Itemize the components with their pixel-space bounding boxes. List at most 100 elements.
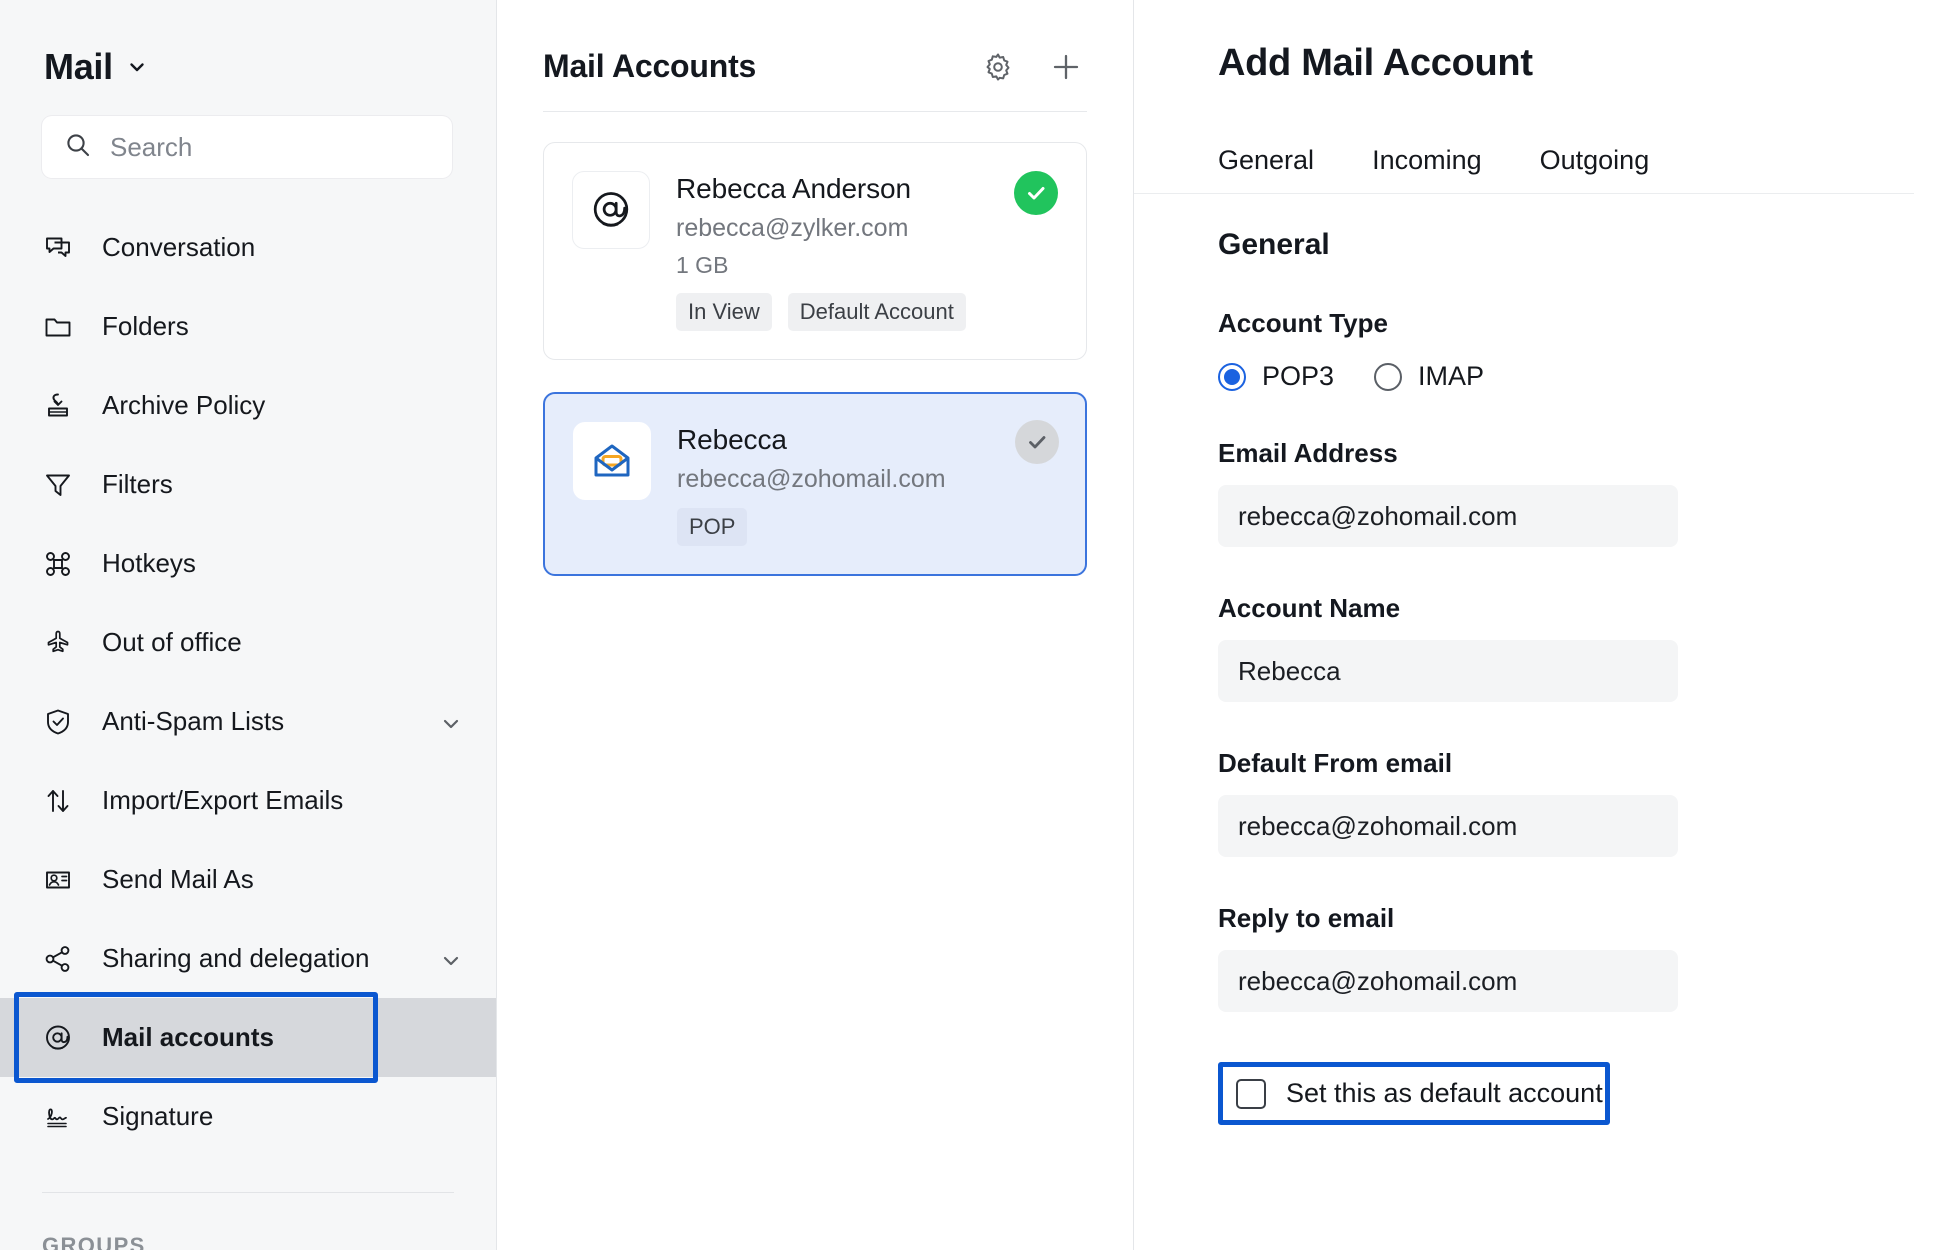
email-address-input[interactable] — [1238, 501, 1658, 532]
default-account-checkbox-wrap: Set this as default account — [1218, 1062, 1610, 1125]
sidebar-item-label: Hotkeys — [102, 548, 462, 579]
sidebar-item-signature[interactable]: Signature — [0, 1077, 496, 1156]
search-icon — [64, 131, 92, 164]
sidebar-item-label: Signature — [102, 1101, 462, 1132]
sidebar-item-label: Import/Export Emails — [102, 785, 462, 816]
conversation-icon — [42, 232, 74, 264]
reply-to-email-input[interactable] — [1238, 966, 1658, 997]
sidebar-item-archive-policy[interactable]: Archive Policy — [0, 366, 496, 445]
sidebar-nav: Conversation Folders — [0, 178, 496, 1156]
radio-imap[interactable]: IMAP — [1374, 361, 1484, 392]
command-key-icon — [42, 548, 74, 580]
sidebar-item-label: Filters — [102, 469, 462, 500]
sidebar-item-label: Conversation — [102, 232, 462, 263]
search-box[interactable] — [42, 116, 452, 178]
section-heading: General — [1218, 228, 1948, 262]
account-email: rebecca@zylker.com — [676, 214, 1058, 243]
mail-accounts-panel: Mail Accounts — [497, 0, 1134, 1250]
sidebar-item-label: Send Mail As — [102, 864, 462, 895]
account-type-label: Account Type — [1218, 308, 1948, 339]
mail-accounts-header: Mail Accounts — [497, 0, 1133, 85]
panel-title: Add Mail Account — [1134, 0, 1948, 85]
app-switcher[interactable]: Mail — [0, 0, 496, 88]
account-name-field[interactable] — [1218, 640, 1678, 702]
radio-dot-icon — [1218, 363, 1246, 391]
sidebar-item-label: Anti-Spam Lists — [102, 706, 412, 737]
page-title: Mail — [44, 46, 113, 88]
sidebar-section-groups: GROUPS — [0, 1193, 496, 1250]
add-mail-account-panel: Add Mail Account General Incoming Outgoi… — [1134, 0, 1948, 1250]
status-badge: POP — [677, 508, 747, 546]
account-email: rebecca@zohomail.com — [677, 465, 1057, 494]
email-address-label: Email Address — [1218, 438, 1948, 469]
chevron-down-icon[interactable] — [440, 711, 462, 733]
chevron-down-icon[interactable] — [440, 948, 462, 970]
panel-actions — [981, 50, 1083, 84]
reply-to-email-field[interactable] — [1218, 950, 1678, 1012]
sidebar-item-label: Folders — [102, 311, 462, 342]
sidebar-item-label: Out of office — [102, 627, 462, 658]
arrows-up-down-icon — [42, 785, 74, 817]
account-name-input[interactable] — [1238, 656, 1658, 687]
folder-icon — [42, 311, 74, 343]
default-account-checkbox[interactable]: Set this as default account — [1218, 1062, 1610, 1125]
airplane-icon — [42, 627, 74, 659]
sidebar-item-sharing-and-delegation[interactable]: Sharing and delegation — [0, 919, 496, 998]
account-size: 1 GB — [676, 252, 1058, 279]
radio-label: IMAP — [1418, 361, 1484, 392]
filter-funnel-icon — [42, 469, 74, 501]
sidebar-item-send-mail-as[interactable]: Send Mail As — [0, 840, 496, 919]
badge-group: In View Default Account — [676, 293, 1058, 331]
at-sign-icon — [42, 1022, 74, 1054]
plus-icon[interactable] — [1049, 50, 1083, 84]
sidebar-item-mail-accounts[interactable]: Mail accounts — [0, 998, 496, 1077]
sidebar-item-label: Sharing and delegation — [102, 943, 412, 974]
default-from-email-label: Default From email — [1218, 748, 1948, 779]
general-form: General Account Type POP3 IMAP Email Add… — [1134, 194, 1948, 1125]
sidebar-item-anti-spam-lists[interactable]: Anti-Spam Lists — [0, 682, 496, 761]
radio-dot-icon — [1374, 363, 1402, 391]
list-item[interactable]: Rebecca Anderson rebecca@zylker.com 1 GB… — [543, 142, 1087, 360]
tab-outgoing[interactable]: Outgoing — [1540, 145, 1650, 193]
avatar — [573, 422, 651, 500]
check-circle-filled-icon — [1015, 420, 1059, 464]
share-nodes-icon — [42, 943, 74, 975]
search-input[interactable] — [110, 132, 430, 163]
shield-check-icon — [42, 706, 74, 738]
sidebar-item-filters[interactable]: Filters — [0, 445, 496, 524]
list-item-body: Rebecca rebecca@zohomail.com POP — [677, 422, 1057, 546]
app-root: Mail — [0, 0, 1948, 1250]
tab-bar: General Incoming Outgoing — [1134, 85, 1914, 194]
account-name: Rebecca Anderson — [676, 173, 1058, 205]
gear-icon[interactable] — [981, 50, 1015, 84]
status-badge: Default Account — [788, 293, 966, 331]
avatar — [572, 171, 650, 249]
list-item[interactable]: Rebecca rebecca@zohomail.com POP — [543, 392, 1087, 576]
default-from-email-field[interactable] — [1218, 795, 1678, 857]
account-name-label: Account Name — [1218, 593, 1948, 624]
check-circle-filled-icon — [1014, 171, 1058, 215]
email-address-field[interactable] — [1218, 485, 1678, 547]
tab-general[interactable]: General — [1218, 145, 1314, 193]
sidebar-item-label: Archive Policy — [102, 390, 462, 421]
list-item-body: Rebecca Anderson rebecca@zylker.com 1 GB… — [676, 171, 1058, 331]
checkbox-label: Set this as default account — [1286, 1078, 1603, 1109]
mail-accounts-list: Rebecca Anderson rebecca@zylker.com 1 GB… — [497, 112, 1133, 576]
radio-pop3[interactable]: POP3 — [1218, 361, 1334, 392]
status-badge: In View — [676, 293, 772, 331]
tab-incoming[interactable]: Incoming — [1372, 145, 1482, 193]
sidebar-item-label: Mail accounts — [102, 1022, 462, 1053]
reply-to-email-label: Reply to email — [1218, 903, 1948, 934]
signature-icon — [42, 1101, 74, 1133]
sidebar-item-hotkeys[interactable]: Hotkeys — [0, 524, 496, 603]
sidebar-item-import-export-emails[interactable]: Import/Export Emails — [0, 761, 496, 840]
chevron-down-icon[interactable] — [127, 57, 147, 77]
account-name: Rebecca — [677, 424, 1057, 456]
sidebar-item-conversation[interactable]: Conversation — [0, 208, 496, 287]
sidebar-item-folders[interactable]: Folders — [0, 287, 496, 366]
sidebar: Mail — [0, 0, 497, 1250]
search-container — [0, 88, 496, 178]
panel-title: Mail Accounts — [543, 48, 981, 85]
default-from-email-input[interactable] — [1238, 811, 1658, 842]
sidebar-item-out-of-office[interactable]: Out of office — [0, 603, 496, 682]
